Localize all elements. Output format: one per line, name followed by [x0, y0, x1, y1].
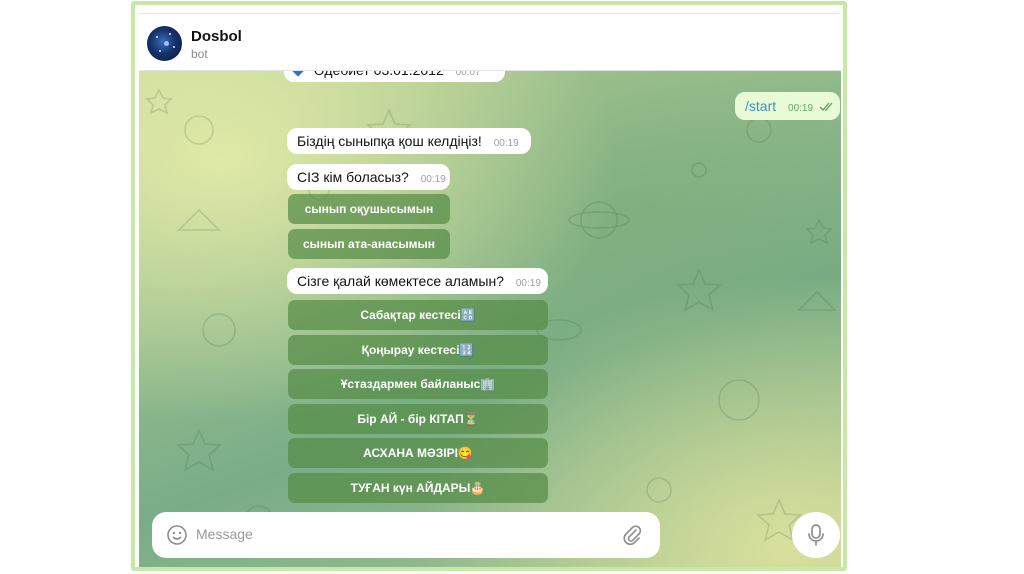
message-time: 00:19	[420, 174, 446, 185]
message-help: Сізге қалай көмектесе аламын? 00:19	[287, 268, 548, 294]
telegram-window: Dosbol bot Әдебиет 03.01.2012 00:07 /sta…	[131, 1, 847, 571]
keyboard-button-parent[interactable]: сынып ата-анасымын	[288, 229, 450, 259]
message-input[interactable]: Message	[196, 526, 253, 542]
chat-title: Dosbol	[191, 28, 242, 45]
keyboard-button-student[interactable]: сынып оқушысымын	[288, 194, 450, 224]
keyboard-button-contact-teachers[interactable]: Ұстаздармен байланыс🏢	[288, 369, 548, 399]
message-time: 00:19	[515, 278, 541, 289]
keyboard-button-bell-schedule[interactable]: Қоңырау кестесі🔢	[288, 335, 548, 365]
message-welcome: Біздің сыныпқа қош келдіңіз! 00:19	[287, 128, 531, 154]
message-text: Сізге қалай көмектесе аламын?	[297, 273, 504, 289]
outgoing-message-start[interactable]: /start 00:19	[735, 92, 840, 120]
paperclip-icon[interactable]	[622, 524, 642, 546]
emoji-smile-icon[interactable]	[166, 524, 188, 546]
message-time: 00:19	[493, 138, 519, 149]
double-check-icon	[819, 102, 833, 112]
message-text: СІЗ кім боласыз?	[297, 169, 409, 185]
message-area[interactable]: Әдебиет 03.01.2012 00:07 /start 00:19 Бі…	[139, 70, 841, 567]
top-divider	[139, 13, 839, 14]
keyboard-button-book-month[interactable]: Бір АЙ - бір КІТАП⏳	[288, 404, 548, 434]
message-time: 00:19	[788, 103, 814, 114]
message-composer[interactable]: Message	[152, 512, 660, 558]
message-text: Біздің сыныпқа қош келдіңіз!	[297, 133, 482, 149]
message-bubble-partial: Әдебиет 03.01.2012 00:07	[284, 70, 505, 82]
keyboard-button-lesson-schedule[interactable]: Сабақтар кестесі🔠	[288, 300, 548, 330]
keyboard-button-birthdays[interactable]: ТУҒАН күн АЙДАРЫ🎂	[288, 473, 548, 503]
keyboard-button-canteen-menu[interactable]: АСХАНА МӘЗІРІ😋	[288, 438, 548, 468]
message-time: 00:07	[455, 70, 481, 78]
voice-record-button[interactable]	[792, 512, 840, 558]
chat-header[interactable]: Dosbol bot	[139, 18, 841, 71]
chat-status: bot	[191, 47, 208, 61]
message-who: СІЗ кім боласыз? 00:19	[287, 164, 450, 190]
start-command-link[interactable]: /start	[745, 98, 776, 114]
message-text: Әдебиет 03.01.2012	[313, 70, 444, 78]
microphone-icon	[808, 524, 824, 546]
avatar[interactable]	[147, 26, 182, 61]
